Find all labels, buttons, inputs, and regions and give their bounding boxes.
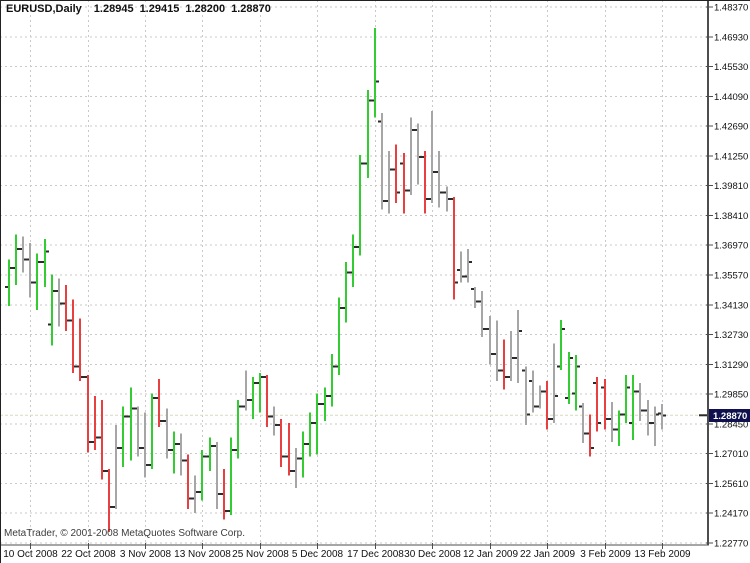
price-axis-label: 1.42690 (714, 122, 748, 133)
date-axis-label: 10 Oct 2008 (3, 549, 58, 560)
price-axis-label: 1.36970 (714, 241, 748, 252)
price-axis-label: 1.31290 (714, 360, 748, 371)
price-axis-label: 1.39810 (714, 181, 748, 192)
price-axis-label: 1.27010 (714, 449, 748, 460)
price-axis-label: 1.44090 (714, 92, 748, 103)
price-axis-label: 1.35570 (714, 271, 748, 282)
metatrader-watermark: MetaTrader, © 2001-2008 MetaQuotes Softw… (4, 528, 245, 539)
price-axis-label: 1.34130 (714, 300, 748, 311)
date-axis-label: 3 Feb 2009 (580, 549, 631, 560)
chart-title: EURUSD,Daily 1.28945 1.29415 1.28200 1.28870 (6, 3, 277, 15)
date-axis-label: 3 Nov 2008 (120, 549, 172, 560)
metatrader-chart-window: { "title": { "symbol": "EURUSD,Daily", "… (0, 0, 750, 563)
date-axis-label: 5 Dec 2008 (292, 549, 344, 560)
price-chart-canvas[interactable]: 1.48370 1.46930 1.45530 1.44090 1.42690 1.412… (0, 0, 750, 563)
ohlc-open-value: 1.28945 (94, 3, 134, 15)
price-axis-label: 1.25610 (714, 479, 748, 490)
price-axis-label: 1.22770 (714, 539, 748, 550)
price-axis-label: 1.46930 (714, 32, 748, 43)
date-axis-label: 30 Dec 2008 (404, 549, 461, 560)
symbol-timeframe-label: EURUSD,Daily (6, 3, 82, 15)
date-axis-label: 12 Jan 2009 (463, 549, 518, 560)
price-axis-label: 1.32730 (714, 330, 748, 341)
current-price-box: 1.28870 (709, 409, 750, 422)
current-price-label: 1.28870 (713, 411, 747, 422)
ohlc-close-value: 1.28870 (231, 3, 271, 15)
date-axis-label: 13 Feb 2009 (634, 549, 691, 560)
price-axis-label: 1.48370 (714, 3, 748, 14)
ohlc-high-value: 1.29415 (140, 3, 180, 15)
price-axis-label: 1.41250 (714, 151, 748, 162)
date-axis-label: 22 Jan 2009 (520, 549, 575, 560)
price-axis-label: 1.45530 (714, 62, 748, 73)
date-axis-label: 22 Oct 2008 (61, 549, 116, 560)
ohlc-low-value: 1.28200 (185, 3, 225, 15)
date-axis-label: 25 Nov 2008 (232, 549, 289, 560)
date-axis-labels: 10 Oct 200822 Oct 2008 3 Nov 200813 Nov 2… (3, 549, 691, 560)
price-axis-label: 1.29850 (714, 390, 748, 401)
date-axis-label: 17 Dec 2008 (347, 549, 404, 560)
price-axis-label: 1.38410 (714, 211, 748, 222)
date-axis-label: 13 Nov 2008 (174, 549, 231, 560)
price-axis-label: 1.24170 (714, 509, 748, 520)
